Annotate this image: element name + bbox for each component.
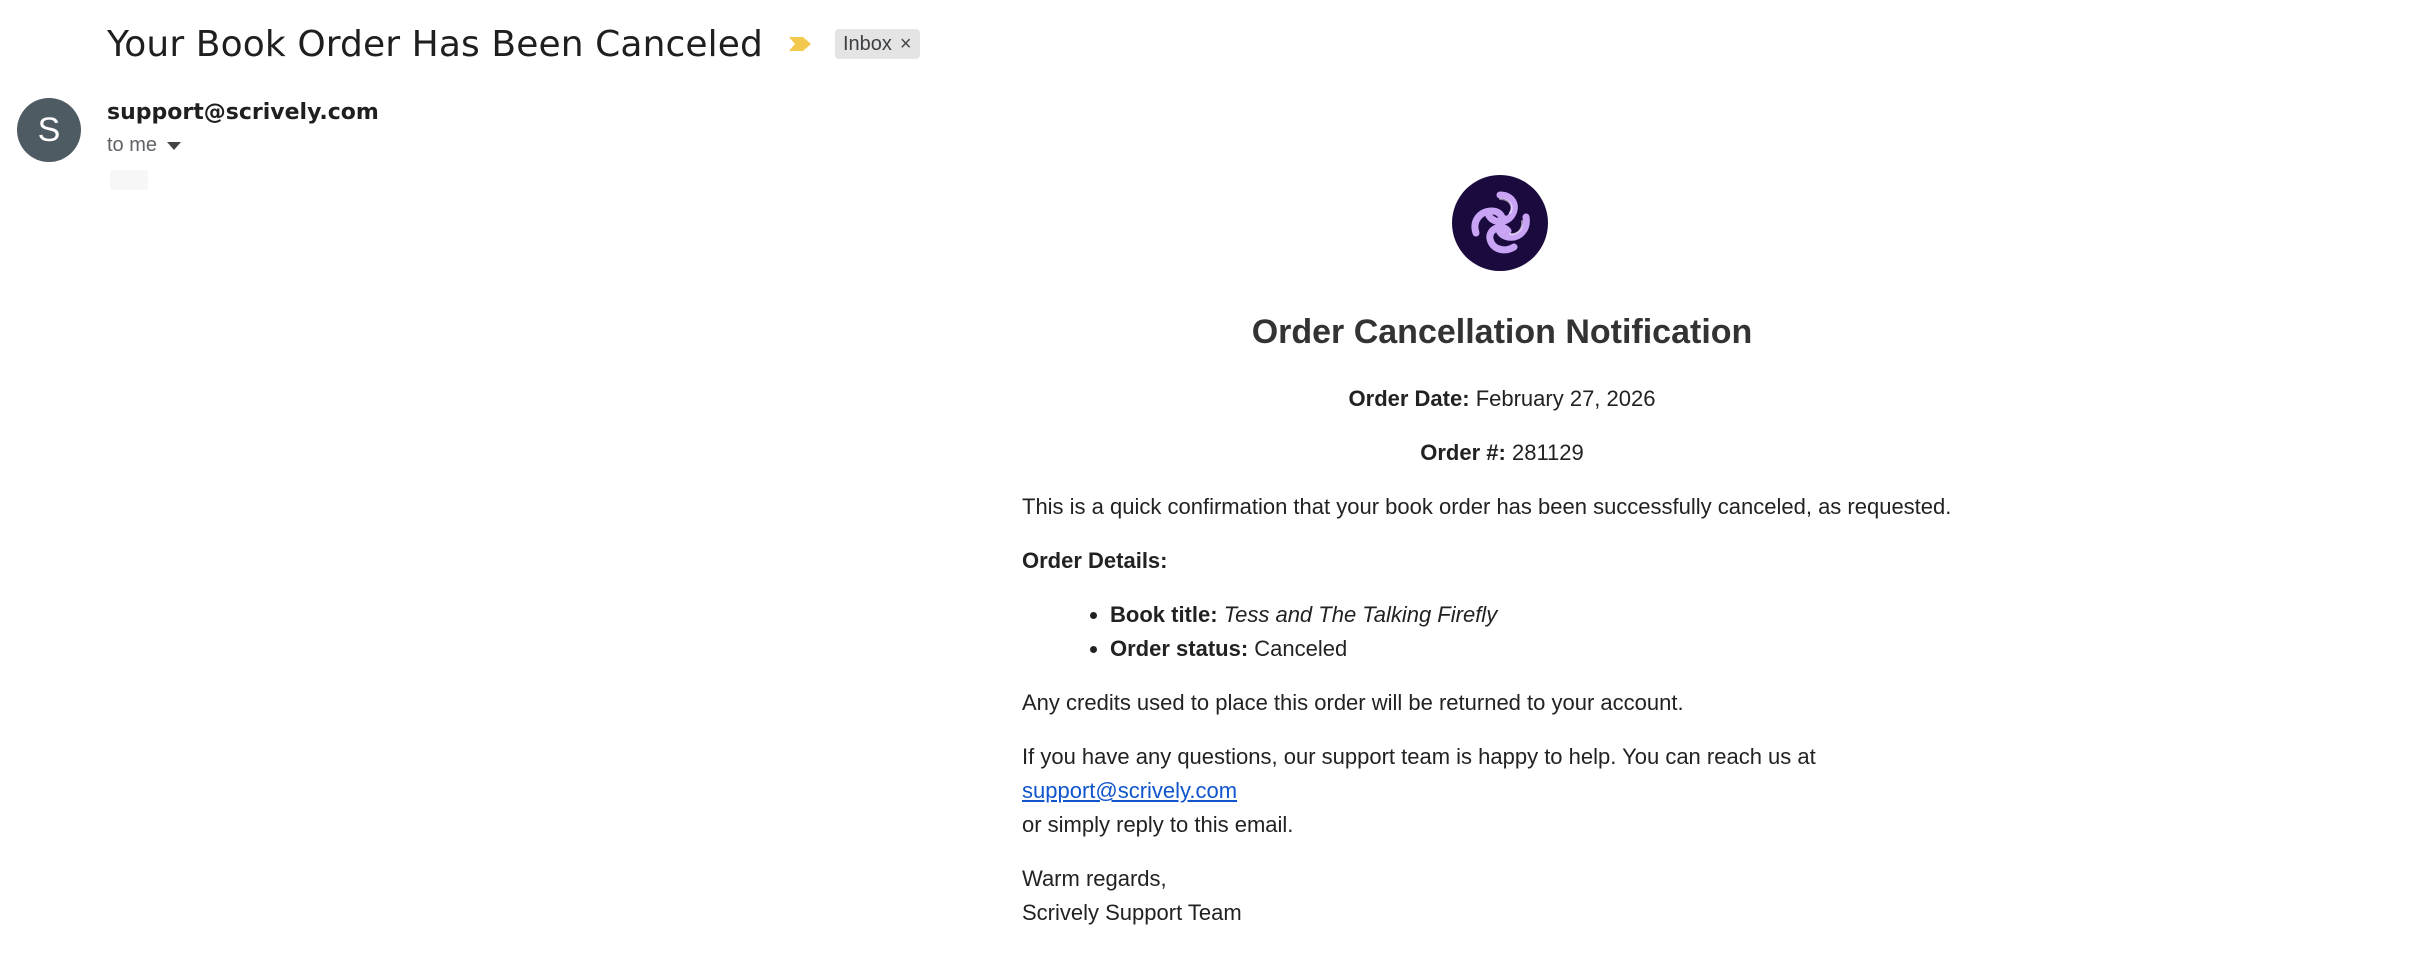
order-status-label: Order status:	[1110, 636, 1249, 661]
order-status-value: Canceled	[1254, 636, 1348, 661]
order-details-list: Book title: Tess and The Talking Firefly…	[1022, 598, 1982, 666]
scrively-logo	[1452, 175, 1548, 271]
remove-label-icon[interactable]: ×	[900, 34, 912, 54]
list-item-book-title: Book title: Tess and The Talking Firefly	[1110, 598, 1982, 632]
scrively-logo-icon	[1471, 191, 1530, 254]
signature-text: Scrively Support Team	[1022, 900, 1242, 925]
importance-marker-icon[interactable]	[787, 35, 813, 53]
order-date-line: Order Date: February 27, 2026	[1022, 382, 1982, 416]
signoff: Warm regards, Scrively Support Team	[1022, 862, 1982, 930]
order-details-heading: Order Details:	[1022, 548, 1168, 573]
order-date-value: February 27, 2026	[1475, 386, 1656, 411]
notification-heading: Order Cancellation Notification	[1251, 313, 1753, 351]
recipient-label: to me	[107, 134, 158, 156]
order-date-label: Order Date:	[1348, 386, 1470, 411]
order-number-line: Order #: 281129	[1022, 436, 1982, 470]
chevron-down-icon[interactable]	[167, 141, 182, 150]
inbox-label-chip: Inbox ×	[834, 29, 920, 59]
sender-email[interactable]: support@scrively.com	[107, 100, 379, 125]
email-body: Order Cancellation Notification Order Da…	[1022, 175, 1982, 930]
support-email-link[interactable]: support@scrively.com	[1022, 778, 1237, 803]
book-title-label: Book title:	[1110, 602, 1218, 627]
quoted-text-toggle[interactable]	[110, 170, 148, 190]
email-subject: Your Book Order Has Been Canceled	[107, 23, 763, 65]
list-item-order-status: Order status: Canceled	[1110, 632, 1982, 666]
subject-row: Your Book Order Has Been Canceled Inbox …	[107, 18, 920, 70]
credits-text: Any credits used to place this order wil…	[1022, 690, 1684, 715]
order-number-value: 281129	[1511, 440, 1584, 465]
order-number-label: Order #:	[1420, 440, 1506, 465]
questions-text: If you have any questions, our support t…	[1022, 740, 1982, 842]
logo-container	[1020, 175, 1980, 271]
recipient-dropdown[interactable]: to me	[107, 134, 182, 157]
questions-prefix: If you have any questions, our support t…	[1022, 744, 1816, 769]
sender-avatar[interactable]: S	[17, 98, 81, 162]
regards-text: Warm regards,	[1022, 866, 1167, 891]
questions-suffix: or simply reply to this email.	[1022, 812, 1294, 837]
intro-text: This is a quick confirmation that your b…	[1022, 494, 1952, 519]
book-title-value: Tess and The Talking Firefly	[1223, 602, 1498, 627]
inbox-label-text: Inbox	[842, 32, 892, 55]
